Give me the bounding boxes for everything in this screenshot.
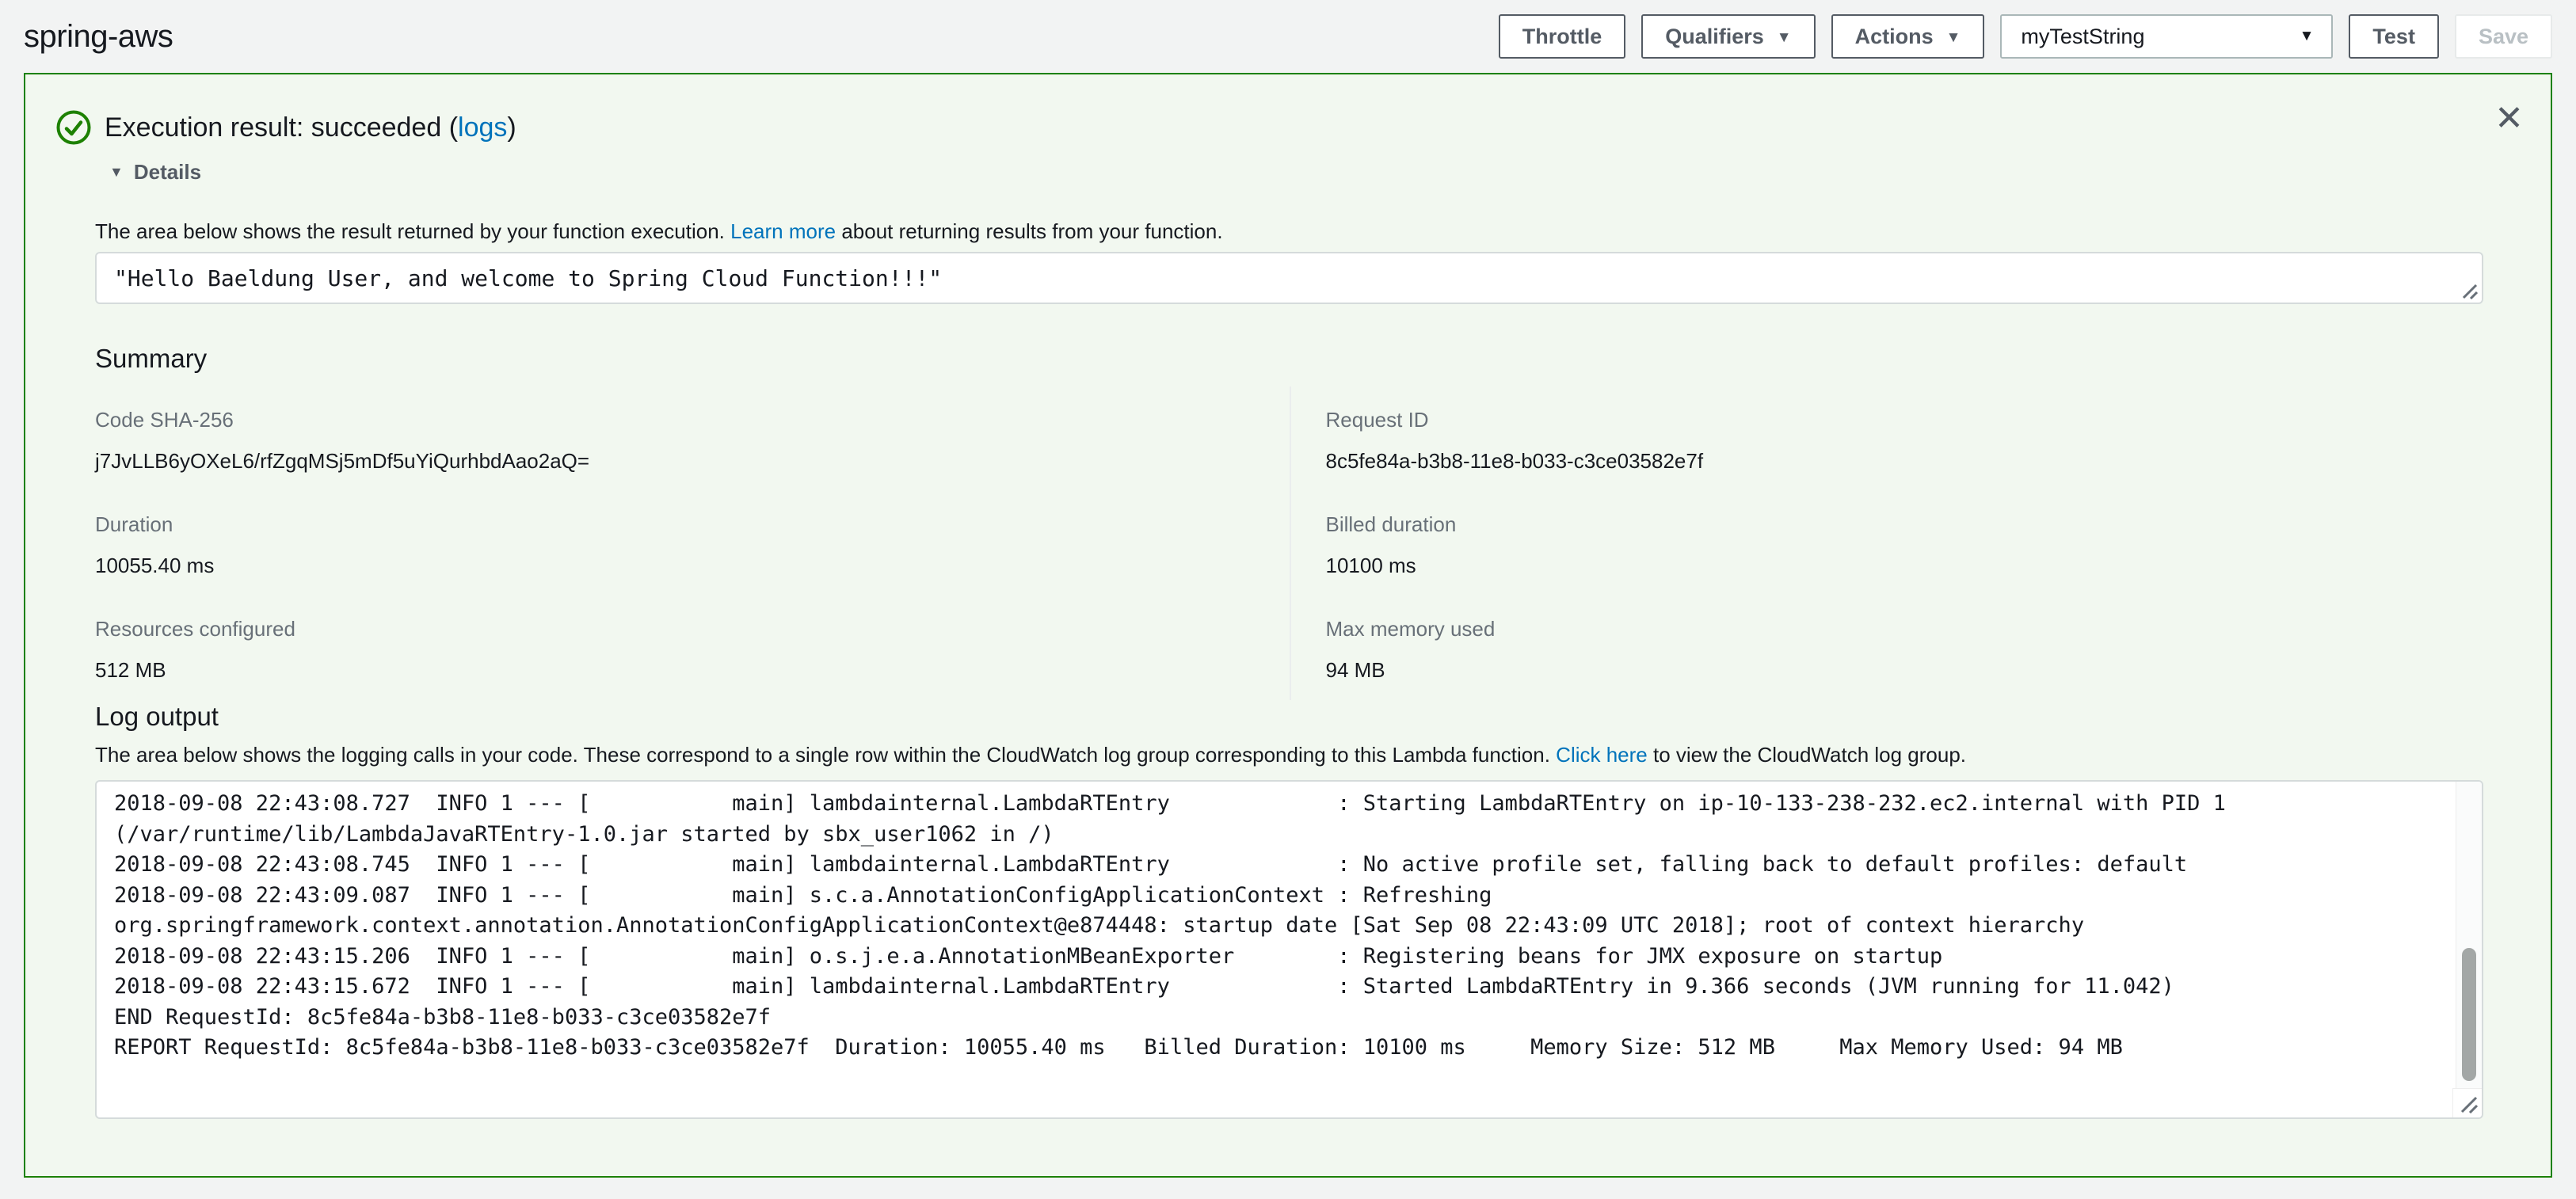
log-line: org.springframework.context.annotation.A… <box>114 911 2441 942</box>
throttle-button[interactable]: Throttle <box>1499 14 1626 59</box>
summary-field-value: 512 MB <box>95 657 1290 683</box>
success-check-icon <box>55 109 92 146</box>
cloudwatch-link[interactable]: Click here <box>1556 743 1648 767</box>
toolbar: Throttle Qualifiers ▼ Actions ▼ myTestSt… <box>1499 14 2552 59</box>
log-line: (/var/runtime/lib/LambdaJavaRTEntry-1.0.… <box>114 820 2441 851</box>
close-icon[interactable]: ✕ <box>2494 101 2524 136</box>
summary-heading: Summary <box>95 344 207 374</box>
summary-field-value: 8c5fe84a-b3b8-11e8-b033-c3ce03582e7f <box>1326 448 2484 474</box>
log-line: 2018-09-08 22:43:08.745 INFO 1 --- [ mai… <box>114 850 2441 881</box>
log-help-text: The area below shows the logging calls i… <box>95 743 1966 767</box>
log-line: 2018-09-08 22:43:15.672 INFO 1 --- [ mai… <box>114 972 2441 1003</box>
log-output-box[interactable]: 2018-09-08 22:43:08.727 INFO 1 --- [ mai… <box>95 780 2483 1119</box>
test-event-select[interactable]: myTestString ▼ <box>2000 14 2333 59</box>
summary-field-label: Duration <box>95 512 1290 537</box>
summary-field-duration: Duration 10055.40 ms <box>95 491 1290 596</box>
summary-field-value: 94 MB <box>1326 657 2484 683</box>
test-button-label: Test <box>2372 25 2415 49</box>
chevron-down-icon: ▼ <box>2300 28 2315 45</box>
learn-more-link[interactable]: Learn more <box>730 219 836 243</box>
summary-field-label: Request ID <box>1326 407 2484 432</box>
summary-field-label: Billed duration <box>1326 512 2484 537</box>
summary-grid: Code SHA-256 j7JvLLB6yOXeL6/rfZgqMSj5mDf… <box>95 386 2483 700</box>
qualifiers-button-label: Qualifiers <box>1665 25 1764 49</box>
result-help-before: The area below shows the result returned… <box>95 219 730 243</box>
summary-field-resources-configured: Resources configured 512 MB <box>95 596 1290 700</box>
summary-field-label: Max memory used <box>1326 616 2484 641</box>
summary-field-code-sha: Code SHA-256 j7JvLLB6yOXeL6/rfZgqMSj5mDf… <box>95 386 1290 491</box>
status-prefix: Execution result: succeeded ( <box>105 112 458 143</box>
status-suffix: ) <box>507 112 516 143</box>
throttle-button-label: Throttle <box>1522 25 1602 49</box>
function-name-title: spring-aws <box>24 19 173 55</box>
resize-handle-icon <box>2457 1093 2478 1113</box>
summary-field-value: 10055.40 ms <box>95 553 1290 578</box>
log-help-before: The area below shows the logging calls i… <box>95 743 1556 767</box>
log-scrollbar[interactable] <box>2456 782 2482 1088</box>
log-line: 2018-09-08 22:43:09.087 INFO 1 --- [ mai… <box>114 881 2441 912</box>
logs-link[interactable]: logs <box>458 112 507 143</box>
log-output-heading: Log output <box>95 702 219 732</box>
log-line: END RequestId: 8c5fe84a-b3b8-11e8-b033-c… <box>114 1003 2441 1033</box>
summary-field-request-id: Request ID 8c5fe84a-b3b8-11e8-b033-c3ce0… <box>1290 386 2484 491</box>
qualifiers-button[interactable]: Qualifiers ▼ <box>1641 14 1815 59</box>
save-button-label: Save <box>2479 25 2528 49</box>
caret-down-icon: ▼ <box>109 164 124 181</box>
execution-status-row: Execution result: succeeded (logs) <box>55 109 516 146</box>
chevron-down-icon: ▼ <box>1777 30 1792 45</box>
summary-field-value: 10100 ms <box>1326 553 2484 578</box>
log-help-after: to view the CloudWatch log group. <box>1648 743 1966 767</box>
log-line: REPORT RequestId: 8c5fe84a-b3b8-11e8-b03… <box>114 1033 2441 1064</box>
summary-field-label: Code SHA-256 <box>95 407 1290 432</box>
log-resize-corner[interactable] <box>2452 1088 2482 1117</box>
result-value: "Hello Baeldung User, and welcome to Spr… <box>114 265 942 291</box>
summary-field-billed-duration: Billed duration 10100 ms <box>1290 491 2484 596</box>
log-line: 2018-09-08 22:43:15.206 INFO 1 --- [ mai… <box>114 942 2441 973</box>
result-help-after: about returning results from your functi… <box>836 219 1222 243</box>
execution-result-panel: Execution result: succeeded (logs) ✕ ▼ D… <box>24 73 2552 1178</box>
actions-button[interactable]: Actions ▼ <box>1831 14 1985 59</box>
summary-field-label: Resources configured <box>95 616 1290 641</box>
log-scrollbar-thumb[interactable] <box>2462 948 2476 1081</box>
details-toggle[interactable]: ▼ Details <box>109 160 201 185</box>
test-event-selected-value: myTestString <box>2021 25 2144 49</box>
test-button[interactable]: Test <box>2349 14 2439 59</box>
log-line: 2018-09-08 22:43:08.727 INFO 1 --- [ mai… <box>114 789 2441 820</box>
result-output-box[interactable]: "Hello Baeldung User, and welcome to Spr… <box>95 252 2483 304</box>
summary-field-max-memory-used: Max memory used 94 MB <box>1290 596 2484 700</box>
log-content: 2018-09-08 22:43:08.727 INFO 1 --- [ mai… <box>114 789 2441 1064</box>
chevron-down-icon: ▼ <box>1946 30 1961 45</box>
save-button[interactable]: Save <box>2455 14 2552 59</box>
summary-field-value: j7JvLLB6yOXeL6/rfZgqMSj5mDf5uYiQurhbdAao… <box>95 448 1290 474</box>
execution-status-text: Execution result: succeeded (logs) <box>105 112 516 143</box>
details-label: Details <box>134 160 201 185</box>
result-help-text: The area below shows the result returned… <box>95 219 1223 244</box>
resize-handle-icon[interactable] <box>2457 279 2478 299</box>
actions-button-label: Actions <box>1855 25 1934 49</box>
top-bar: spring-aws Throttle Qualifiers ▼ Actions… <box>0 0 2576 73</box>
